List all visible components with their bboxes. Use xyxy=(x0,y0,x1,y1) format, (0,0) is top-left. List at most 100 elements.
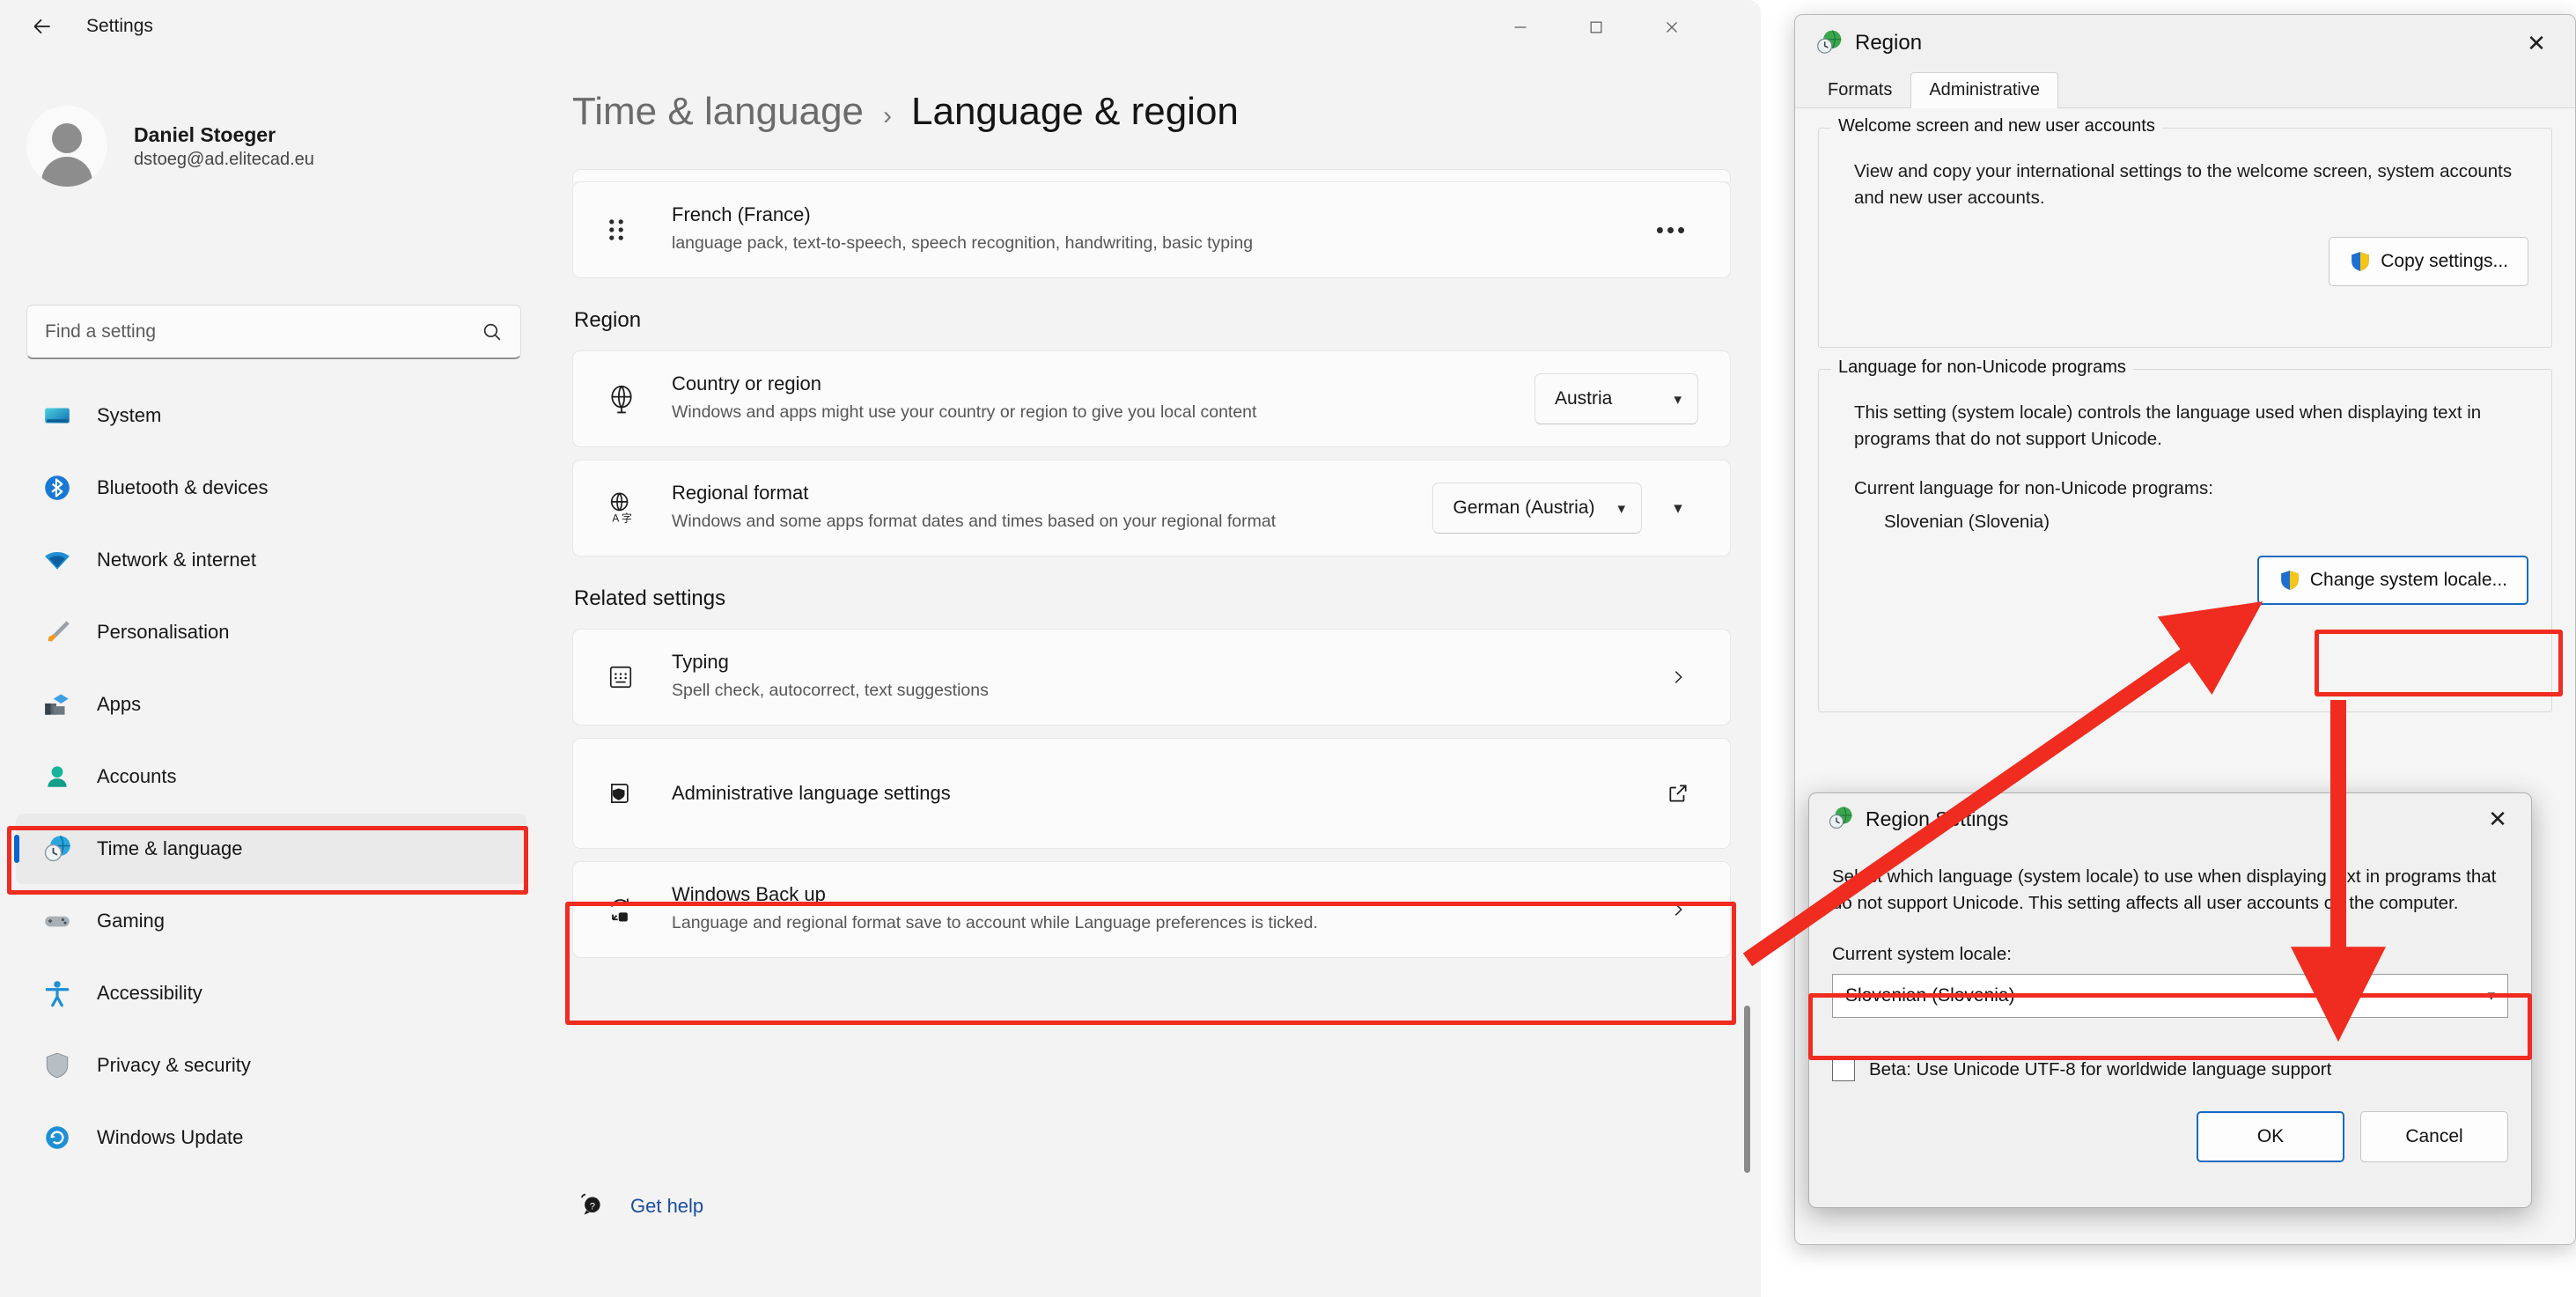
tab-formats[interactable]: Formats xyxy=(1809,72,1910,108)
welcome-group-text: View and copy your international setting… xyxy=(1854,161,2513,208)
person-icon xyxy=(40,760,74,793)
current-language-label: Current language for non-Unicode program… xyxy=(1854,478,2213,499)
language-name: French (France) xyxy=(672,203,811,226)
non-unicode-group-text: This setting (system locale) controls th… xyxy=(1854,402,2482,449)
region-settings-titlebar: Region Settings ✕ xyxy=(1809,793,2531,844)
related-item-administrative-language-settings[interactable]: Administrative language settings xyxy=(572,738,1731,849)
regional-format-card[interactable]: A 字 Regional format Windows and some app… xyxy=(572,460,1731,556)
apps-icon xyxy=(40,688,74,721)
sidebar-item-label: Accessibility xyxy=(97,982,202,1004)
region-dialog-titlebar: Region ✕ xyxy=(1795,15,2575,71)
region-dialog-close-button[interactable]: ✕ xyxy=(2512,23,2561,63)
sidebar-item-bluetooth-devices[interactable]: Bluetooth & devices xyxy=(16,453,526,523)
globe-icon xyxy=(605,382,672,416)
search-placeholder: Find a setting xyxy=(45,321,157,342)
settings-title: Settings xyxy=(86,16,153,36)
welcome-screen-group: Welcome screen and new user accounts Vie… xyxy=(1818,116,2552,348)
close-button[interactable] xyxy=(1634,0,1710,55)
cancel-button[interactable]: Cancel xyxy=(2360,1110,2508,1162)
monitor-icon xyxy=(40,399,74,432)
scrollbar-thumb[interactable] xyxy=(1744,1006,1750,1173)
sidebar-item-label: System xyxy=(97,404,162,426)
sidebar-item-network-internet[interactable]: Network & internet xyxy=(16,525,526,595)
sidebar-item-label: Windows Update xyxy=(97,1126,244,1148)
sidebar-item-system[interactable]: System xyxy=(16,380,526,451)
get-help-link[interactable]: ? Get help xyxy=(578,1190,703,1221)
settings-content: French (France) language pack, text-to-s… xyxy=(565,169,1736,1296)
regional-format-desc: Windows and some apps format dates and t… xyxy=(672,512,1277,532)
accessibility-icon xyxy=(40,976,74,1010)
ok-button[interactable]: OK xyxy=(2197,1110,2344,1162)
breadcrumb-separator: › xyxy=(883,101,893,130)
region-clock-globe-icon xyxy=(1827,805,1855,833)
breadcrumb: Time & language › Language & region xyxy=(572,90,1239,134)
sidebar-item-personalisation[interactable]: Personalisation xyxy=(16,597,526,667)
sidebar-item-privacy-security[interactable]: Privacy & security xyxy=(16,1030,526,1101)
language-more-button[interactable]: ••• xyxy=(1645,208,1698,252)
region-settings-body: Select which language (system locale) to… xyxy=(1809,844,2531,1162)
country-or-region-card[interactable]: Country or region Windows and apps might… xyxy=(572,350,1731,447)
breadcrumb-parent[interactable]: Time & language xyxy=(572,90,864,134)
current-system-locale-value: Slovenian (Slovenia) xyxy=(1845,984,2015,1006)
sidebar-item-windows-update[interactable]: Windows Update xyxy=(16,1102,526,1173)
screen-root: Settings Daniel Stoeger dstoeg@ad.elitec… xyxy=(0,0,2576,1297)
settings-window: Settings Daniel Stoeger dstoeg@ad.elitec… xyxy=(0,0,1761,1297)
globe-characters-icon: A 字 xyxy=(605,491,672,525)
help-question-icon: ? xyxy=(578,1190,604,1221)
sidebar-item-accounts[interactable]: Accounts xyxy=(16,741,526,812)
region-settings-buttons: OK Cancel xyxy=(1832,1110,2508,1162)
related-item-windows-backup[interactable]: Windows Back up Language and regional fo… xyxy=(572,861,1731,958)
search-icon xyxy=(483,323,501,341)
beta-utf8-checkbox-row[interactable]: Beta: Use Unicode UTF-8 for worldwide la… xyxy=(1832,1057,2508,1081)
sidebar-item-gaming[interactable]: Gaming xyxy=(16,886,526,956)
back-button[interactable] xyxy=(23,9,62,44)
maximize-button[interactable] xyxy=(1558,0,1634,55)
uac-shield-icon xyxy=(2278,569,2301,592)
sidebar-item-label: Privacy & security xyxy=(97,1054,251,1076)
minimize-button[interactable] xyxy=(1483,0,1558,55)
paintbrush-icon xyxy=(40,615,74,649)
refresh-icon xyxy=(40,1121,74,1154)
region-settings-dialog: Region Settings ✕ Select which language … xyxy=(1808,792,2532,1208)
svg-text:?: ? xyxy=(590,1201,595,1212)
beta-utf8-label: Beta: Use Unicode UTF-8 for worldwide la… xyxy=(1869,1058,2332,1080)
tab-administrative[interactable]: Administrative xyxy=(1910,72,2058,108)
sidebar-nav: System Bluetooth & devices Network & int… xyxy=(14,380,526,1175)
sidebar-item-label: Bluetooth & devices xyxy=(97,476,269,498)
sidebar-item-accessibility[interactable]: Accessibility xyxy=(16,958,526,1028)
country-select[interactable]: Austria ▾ xyxy=(1535,373,1698,424)
svg-text:字: 字 xyxy=(622,512,632,524)
sidebar-item-apps[interactable]: Apps xyxy=(16,669,526,740)
svg-text:A: A xyxy=(612,512,619,524)
typing-desc: Spell check, autocorrect, text suggestio… xyxy=(672,681,989,701)
account-email: dstoeg@ad.elitecad.eu xyxy=(134,149,314,169)
non-unicode-group-buttons: Change system locale... xyxy=(1842,556,2528,606)
settings-titlebar: Settings xyxy=(0,0,1761,55)
chevron-down-icon: ▾ xyxy=(2487,987,2495,1005)
wifi-icon xyxy=(40,543,74,577)
chevron-down-icon: ▾ xyxy=(1617,499,1625,517)
language-row-french[interactable]: French (France) language pack, text-to-s… xyxy=(572,181,1731,278)
change-system-locale-button[interactable]: Change system locale... xyxy=(2256,556,2528,606)
beta-utf8-checkbox[interactable] xyxy=(1832,1057,1855,1081)
account-block[interactable]: Daniel Stoeger dstoeg@ad.elitecad.eu xyxy=(26,106,314,187)
avatar xyxy=(26,106,107,187)
regional-format-title: Regional format xyxy=(672,482,809,505)
gamepad-icon xyxy=(40,904,74,938)
region-settings-close-button[interactable]: ✕ xyxy=(2473,799,2522,839)
regional-format-expand-button[interactable]: ▾ xyxy=(1658,488,1698,528)
non-unicode-group: Language for non-Unicode programs This s… xyxy=(1818,357,2552,712)
current-system-locale-select[interactable]: Slovenian (Slovenia) ▾ xyxy=(1832,973,2508,1018)
related-item-typing[interactable]: Typing Spell check, autocorrect, text su… xyxy=(572,629,1731,726)
sidebar-item-label: Apps xyxy=(97,693,142,715)
copy-settings-button[interactable]: Copy settings... xyxy=(2329,237,2528,287)
non-unicode-group-legend: Language for non-Unicode programs xyxy=(1831,357,2133,378)
regional-format-value: German (Austria) xyxy=(1453,497,1595,518)
search-input[interactable]: Find a setting xyxy=(26,305,521,359)
region-settings-title: Region Settings xyxy=(1866,807,2009,830)
sidebar-item-time-language[interactable]: Time & language xyxy=(14,814,526,884)
settings-sidebar: Daniel Stoeger dstoeg@ad.elitecad.eu Fin… xyxy=(0,55,546,1297)
regional-format-select[interactable]: German (Austria) ▾ xyxy=(1432,483,1642,534)
drag-handle-icon[interactable] xyxy=(605,215,672,245)
get-help-label: Get help xyxy=(630,1194,704,1217)
